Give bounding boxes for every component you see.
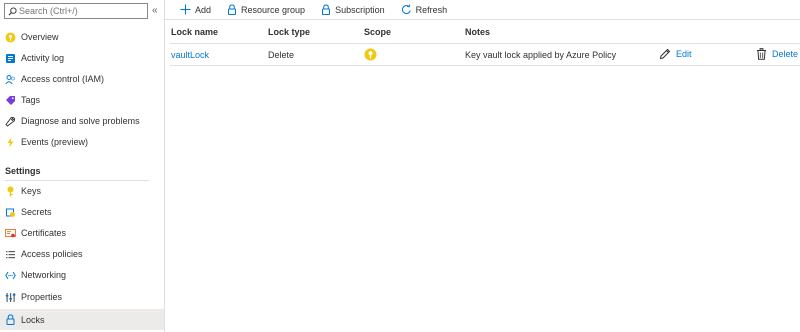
sidebar-item-tags[interactable]: Tags xyxy=(0,90,164,110)
sidebar-item-properties[interactable]: Properties xyxy=(0,287,164,307)
resource-group-label: Resource group xyxy=(241,4,306,15)
column-header-lock-name[interactable]: Lock name xyxy=(171,27,218,37)
lightning-icon xyxy=(5,137,16,148)
certificate-icon xyxy=(5,228,16,239)
sidebar-item-activity-log[interactable]: Activity log xyxy=(0,48,164,68)
key-vault-icon xyxy=(5,32,16,43)
key-vault-icon xyxy=(364,48,377,63)
sidebar-item-label: Secrets xyxy=(21,207,52,217)
column-header-scope[interactable]: Scope xyxy=(364,27,391,37)
sidebar-item-label: Activity log xyxy=(21,53,65,63)
sidebar-item-label: Properties xyxy=(21,292,63,302)
refresh-button[interactable]: Refresh xyxy=(401,4,448,15)
sidebar-item-label: Locks xyxy=(21,314,45,325)
properties-icon xyxy=(5,292,16,303)
delete-label: Delete xyxy=(772,49,799,59)
lock-icon xyxy=(227,4,237,15)
collapse-sidebar-button[interactable]: « xyxy=(152,5,158,16)
row-divider xyxy=(170,65,800,66)
sidebar: « Overview Activity log Access control (… xyxy=(0,0,165,332)
column-header-notes[interactable]: Notes xyxy=(465,27,490,37)
sidebar-item-access-control[interactable]: Access control (IAM) xyxy=(0,69,164,89)
sidebar-item-label: Access policies xyxy=(21,249,83,259)
lock-name-link[interactable]: vaultLock xyxy=(171,50,209,60)
delete-button[interactable]: Delete xyxy=(756,48,798,60)
sidebar-item-networking[interactable]: Networking xyxy=(0,265,164,285)
edit-label: Edit xyxy=(676,49,692,59)
subscription-label: Subscription xyxy=(335,4,385,15)
sidebar-item-label: Certificates xyxy=(21,228,67,238)
sidebar-item-label: Keys xyxy=(21,186,42,196)
add-button[interactable]: Add xyxy=(180,4,211,15)
refresh-icon xyxy=(401,4,412,15)
sidebar-item-label: Tags xyxy=(21,95,41,105)
search-input[interactable] xyxy=(19,6,137,16)
people-icon xyxy=(5,74,16,85)
wrench-icon xyxy=(5,116,16,127)
edit-button[interactable]: Edit xyxy=(659,48,692,60)
plus-icon xyxy=(180,4,191,15)
column-header-lock-type[interactable]: Lock type xyxy=(268,27,310,37)
lock-icon xyxy=(321,4,331,15)
subscription-button[interactable]: Subscription xyxy=(321,4,385,15)
sidebar-item-events[interactable]: Events (preview) xyxy=(0,132,164,152)
resource-group-button[interactable]: Resource group xyxy=(227,4,305,15)
tag-icon xyxy=(5,95,16,106)
list-icon xyxy=(5,249,16,260)
settings-section-title: Settings xyxy=(5,166,41,176)
refresh-label: Refresh xyxy=(415,4,448,15)
lock-icon xyxy=(5,314,16,325)
notes-value: Key vault lock applied by Azure Policy xyxy=(465,50,617,60)
sidebar-item-secrets[interactable]: Secrets xyxy=(0,202,164,222)
sidebar-item-overview[interactable]: Overview xyxy=(0,27,164,47)
sidebar-item-access-policies[interactable]: Access policies xyxy=(0,244,164,264)
key-icon xyxy=(5,186,16,197)
search-box[interactable] xyxy=(4,3,148,19)
sidebar-item-diagnose[interactable]: Diagnose and solve problems xyxy=(0,111,164,131)
sidebar-item-certificates[interactable]: Certificates xyxy=(0,223,164,243)
activity-log-icon xyxy=(5,53,16,64)
search-icon xyxy=(5,6,19,16)
networking-icon xyxy=(5,270,16,281)
sidebar-item-keys[interactable]: Keys xyxy=(0,181,164,201)
pencil-icon xyxy=(659,48,671,60)
secrets-icon xyxy=(5,207,16,218)
trash-icon xyxy=(756,48,767,60)
sidebar-item-locks[interactable]: Locks xyxy=(0,309,164,330)
sidebar-item-label: Events (preview) xyxy=(21,137,89,147)
sidebar-item-label: Networking xyxy=(21,270,67,280)
toolbar-divider xyxy=(164,19,800,20)
sidebar-item-label: Diagnose and solve problems xyxy=(21,116,140,126)
sidebar-item-label: Access control (IAM) xyxy=(21,74,105,84)
sidebar-item-label: Overview xyxy=(21,32,59,42)
command-bar: Add Resource group Subscription Refresh xyxy=(164,0,800,19)
lock-type-value: Delete xyxy=(268,50,295,60)
add-label: Add xyxy=(195,4,212,15)
